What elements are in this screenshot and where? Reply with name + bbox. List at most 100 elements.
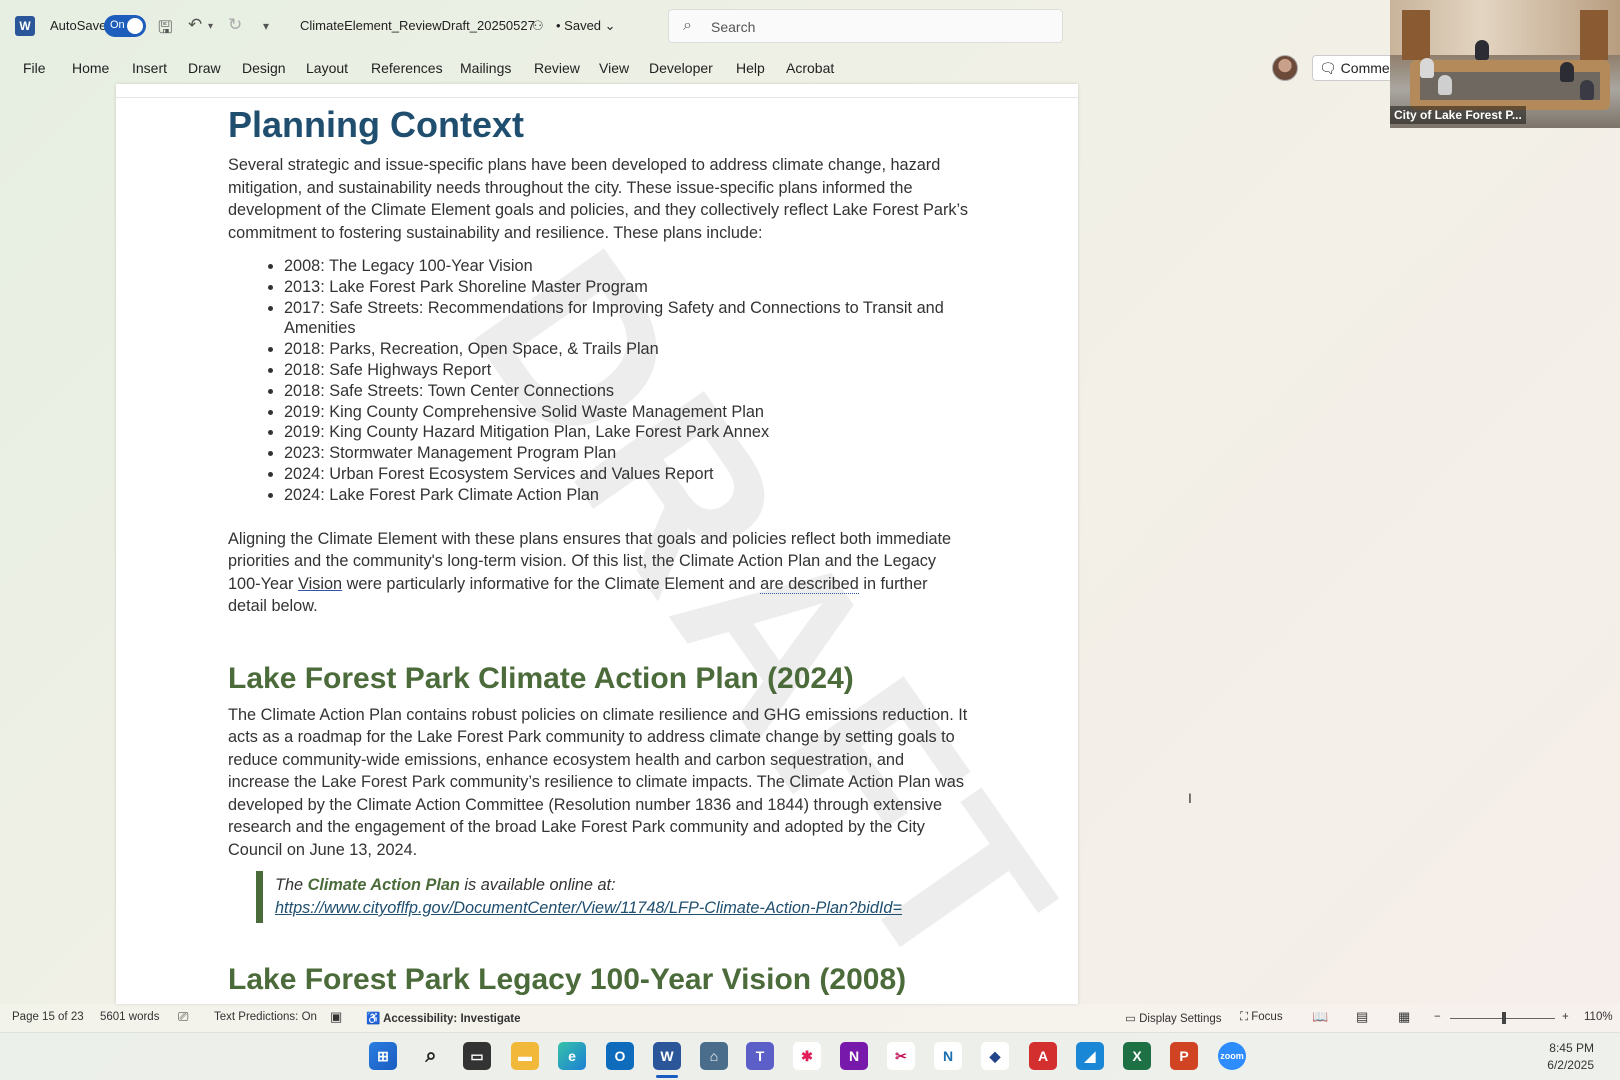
- undo-icon[interactable]: ↶: [188, 15, 202, 35]
- read-mode-icon[interactable]: 📖: [1312, 1009, 1328, 1025]
- page-header-area: [116, 84, 1078, 98]
- paragraph-alignment: Aligning the Climate Element with these …: [228, 528, 968, 618]
- focus-button[interactable]: ⛶ Focus: [1240, 1011, 1283, 1024]
- accessibility-icon: ♿: [366, 1013, 381, 1025]
- comments-button[interactable]: 🗨 Comments: [1312, 55, 1402, 81]
- video-person: [1560, 62, 1574, 82]
- spelling-flag-vision[interactable]: Vision: [298, 575, 342, 593]
- windows-start-icon[interactable]: ⊞: [369, 1042, 397, 1070]
- text-run: The: [275, 876, 308, 895]
- zoom-level[interactable]: 110%: [1584, 1011, 1613, 1023]
- active-app-indicator: [656, 1075, 678, 1078]
- snipping-tool-icon[interactable]: ✂: [887, 1042, 915, 1070]
- chevron-down-icon: ⌄: [604, 18, 616, 33]
- print-layout-icon[interactable]: ▤: [1356, 1009, 1368, 1025]
- tab-acrobat[interactable]: Acrobat: [786, 60, 834, 76]
- zoom-out-icon[interactable]: −: [1434, 1011, 1441, 1023]
- web-layout-icon[interactable]: ▦: [1398, 1009, 1410, 1025]
- autosave-toggle[interactable]: On: [104, 15, 146, 37]
- zoom-app-icon[interactable]: zoom: [1218, 1042, 1246, 1070]
- climate-action-plan-link[interactable]: https://www.cityoflfp.gov/DocumentCenter…: [275, 899, 902, 917]
- heading-climate-action-plan: Lake Forest Park Climate Action Plan (20…: [228, 661, 854, 695]
- search-taskbar-icon[interactable]: ⌕: [417, 1042, 445, 1070]
- macro-icon[interactable]: ▣: [330, 1009, 342, 1025]
- tab-file[interactable]: File: [23, 60, 46, 76]
- autosave-state: On: [110, 19, 125, 31]
- edge-icon[interactable]: e: [558, 1042, 586, 1070]
- acrobat-icon[interactable]: A: [1029, 1042, 1057, 1070]
- search-box[interactable]: ⌕ Search: [668, 9, 1063, 43]
- focus-icon: ⛶: [1240, 1011, 1249, 1023]
- tab-design[interactable]: Design: [242, 60, 286, 76]
- grammar-flag-are-described[interactable]: are described: [760, 574, 859, 594]
- document-title[interactable]: ClimateElement_ReviewDraft_20250527: [300, 18, 535, 33]
- page-count[interactable]: Page 15 of 23: [12, 1011, 84, 1023]
- save-icon[interactable]: 🖫: [158, 15, 172, 44]
- excel-icon[interactable]: X: [1123, 1042, 1151, 1070]
- text-predictions[interactable]: Text Predictions: On: [214, 1011, 317, 1023]
- status-bar: Page 15 of 23 5601 words ⎚ Text Predicti…: [0, 1004, 1620, 1032]
- redo-icon[interactable]: ↻: [228, 15, 242, 35]
- video-call-tile[interactable]: City of Lake Forest P...: [1390, 0, 1620, 128]
- autosave-label: AutoSave: [50, 18, 107, 33]
- avatar[interactable]: [1272, 55, 1298, 81]
- app-icon[interactable]: ◢: [1076, 1042, 1104, 1070]
- heading-planning-context: Planning Context: [228, 104, 524, 145]
- document-content[interactable]: Planning Context Several strategic and i…: [228, 104, 968, 997]
- onenote-icon[interactable]: N: [840, 1042, 868, 1070]
- teams-icon[interactable]: T: [746, 1042, 774, 1070]
- word-count[interactable]: 5601 words: [100, 1011, 159, 1023]
- word-taskbar-icon[interactable]: W: [653, 1042, 681, 1070]
- tab-layout[interactable]: Layout: [306, 60, 348, 76]
- list-item: 2018: Safe Streets: Town Center Connecti…: [284, 381, 968, 402]
- video-person: [1475, 40, 1489, 60]
- outlook-icon[interactable]: O: [606, 1042, 634, 1070]
- tab-references[interactable]: References: [371, 60, 443, 76]
- file-explorer-icon[interactable]: ▬: [511, 1042, 539, 1070]
- accessibility-status[interactable]: ♿ Accessibility: Investigate: [366, 1011, 521, 1025]
- tab-home[interactable]: Home: [72, 60, 109, 76]
- tab-view[interactable]: View: [599, 60, 629, 76]
- tab-draw[interactable]: Draw: [188, 60, 221, 76]
- display-icon: ▭: [1125, 1013, 1136, 1025]
- proofing-icon[interactable]: ⎚: [178, 1009, 188, 1025]
- plans-list: 2008: The Legacy 100-Year Vision 2013: L…: [228, 256, 968, 506]
- document-page[interactable]: DRAFT Planning Context Several strategic…: [116, 84, 1078, 1004]
- word-app-icon[interactable]: W: [15, 16, 35, 36]
- customize-toolbar-icon[interactable]: ▾: [263, 19, 269, 33]
- video-person: [1580, 80, 1594, 100]
- home-app-icon[interactable]: ⌂: [700, 1042, 728, 1070]
- paragraph-intro: Several strategic and issue-specific pla…: [228, 156, 968, 242]
- coauthor-icon[interactable]: ⚇: [532, 18, 544, 34]
- text-run: is available online at:: [459, 876, 616, 895]
- tab-insert[interactable]: Insert: [132, 60, 167, 76]
- tab-review[interactable]: Review: [534, 60, 580, 76]
- text-run: were particularly informative for the Cl…: [342, 574, 761, 593]
- tab-developer[interactable]: Developer: [649, 60, 713, 76]
- search-icon: ⌕: [683, 17, 692, 34]
- clock-time[interactable]: 8:45 PM: [1549, 1041, 1594, 1055]
- tab-mailings[interactable]: Mailings: [460, 60, 511, 76]
- display-settings-label: Display Settings: [1139, 1013, 1222, 1025]
- saved-status[interactable]: • Saved ⌄: [556, 18, 616, 34]
- list-item: 2018: Safe Highways Report: [284, 360, 968, 381]
- zoom-slider-thumb[interactable]: [1502, 1012, 1506, 1024]
- display-settings[interactable]: ▭ Display Settings: [1125, 1011, 1222, 1025]
- slack-icon[interactable]: ✱: [793, 1042, 821, 1070]
- saved-text: • Saved: [556, 18, 602, 33]
- comment-icon: 🗨: [1319, 60, 1337, 76]
- map-app-icon[interactable]: ◆: [981, 1042, 1009, 1070]
- tab-help[interactable]: Help: [736, 60, 765, 76]
- ribbon-tabs: File Home Insert Draw Design Layout Refe…: [0, 56, 1390, 84]
- powerpoint-icon[interactable]: P: [1170, 1042, 1198, 1070]
- list-item: 2024: Urban Forest Ecosystem Services an…: [284, 464, 968, 485]
- zoom-in-icon[interactable]: +: [1562, 1011, 1569, 1023]
- paragraph-climate-action-plan: The Climate Action Plan contains robust …: [228, 705, 968, 859]
- task-view-icon[interactable]: ▭: [463, 1042, 491, 1070]
- clock-date[interactable]: 6/2/2025: [1547, 1058, 1594, 1072]
- nx-icon[interactable]: N: [934, 1042, 962, 1070]
- undo-dropdown-icon[interactable]: ▾: [208, 21, 213, 32]
- callout-bold: Climate Action Plan: [307, 876, 460, 895]
- search-input[interactable]: Search: [711, 19, 755, 35]
- video-person: [1438, 75, 1452, 95]
